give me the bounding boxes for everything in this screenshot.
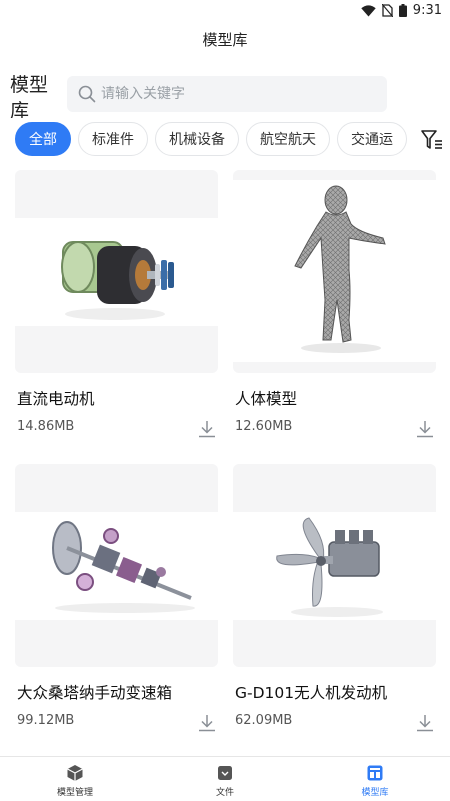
filter-button[interactable] <box>410 122 450 158</box>
download-icon <box>417 421 433 438</box>
model-thumbnail <box>15 170 218 373</box>
folder-icon <box>216 764 234 782</box>
model-name: 人体模型 <box>235 390 298 408</box>
download-button[interactable] <box>416 420 434 442</box>
model-name: G-D101无人机发动机 <box>235 684 388 702</box>
download-button[interactable] <box>416 714 434 736</box>
model-name: 直流电动机 <box>17 390 95 408</box>
download-icon <box>417 715 433 732</box>
tab-label: 模型管理 <box>56 788 93 798</box>
tab-files[interactable]: 文件 <box>150 757 300 801</box>
library-label: 模型库 <box>10 74 49 118</box>
page-title: 模型库 <box>202 31 248 49</box>
status-bar: 9:31 <box>0 0 450 24</box>
search-input[interactable] <box>101 76 371 112</box>
model-size: 12.60MB <box>235 419 293 434</box>
tab-model-management[interactable]: 模型管理 <box>0 757 150 801</box>
model-size: 99.12MB <box>17 713 75 728</box>
download-button[interactable] <box>198 420 216 442</box>
gearbox-model <box>52 521 195 613</box>
library-icon <box>366 764 384 782</box>
no-sim-icon <box>381 4 393 17</box>
category-machinery[interactable]: 机械设备 <box>155 122 239 156</box>
cube-icon <box>66 764 84 782</box>
model-thumbnail <box>233 464 436 667</box>
model-thumbnail <box>233 170 436 373</box>
download-icon <box>199 421 215 438</box>
status-time: 9:31 <box>412 3 442 18</box>
download-button[interactable] <box>198 714 216 736</box>
category-aerospace[interactable]: 航空航天 <box>246 122 330 156</box>
dc-motor-model <box>61 241 174 320</box>
search-row: 模型库 <box>0 68 450 120</box>
bottom-tab-bar: 模型管理 文件 模型库 <box>0 756 450 801</box>
drone-engine-model <box>276 517 383 617</box>
model-name: 大众桑塔纳手动变速箱 <box>17 684 173 702</box>
model-thumbnail <box>15 464 218 667</box>
download-icon <box>199 715 215 732</box>
category-transport[interactable]: 交通运 <box>337 122 407 156</box>
battery-icon <box>398 4 407 17</box>
search-box[interactable] <box>67 76 387 112</box>
tab-label: 模型库 <box>361 788 389 798</box>
model-size: 62.09MB <box>235 713 293 728</box>
category-standard-parts[interactable]: 标准件 <box>78 122 148 156</box>
tab-label: 文件 <box>215 788 234 798</box>
category-all[interactable]: 全部 <box>15 122 71 156</box>
wifi-icon <box>361 4 376 17</box>
human-body-model <box>294 185 386 353</box>
model-size: 14.86MB <box>17 419 75 434</box>
tab-model-library[interactable]: 模型库 <box>300 757 450 801</box>
category-bar: 全部 标准件 机械设备 航空航天 交通运 <box>0 122 450 158</box>
search-icon <box>78 85 96 107</box>
